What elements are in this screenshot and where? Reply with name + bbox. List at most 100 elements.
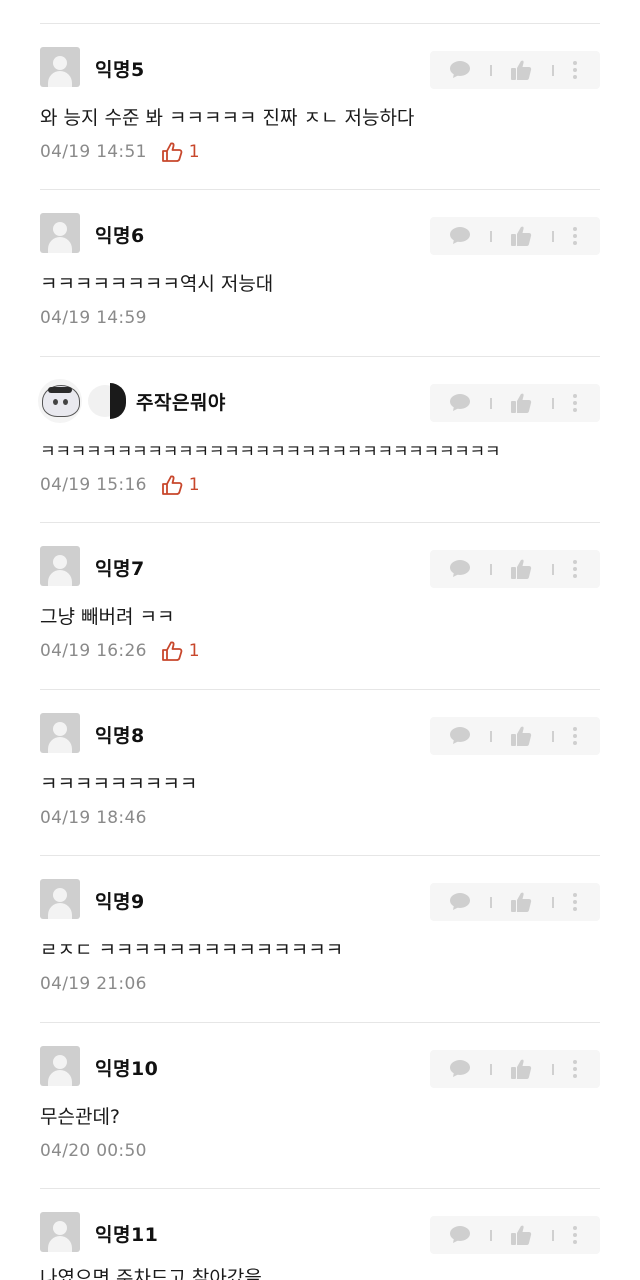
thumbs-up-icon[interactable] bbox=[510, 725, 532, 747]
comment-author[interactable]: 익명5 bbox=[95, 55, 145, 82]
like-count: 1 bbox=[188, 475, 200, 495]
comment-text: 무슨관데? bbox=[40, 1106, 121, 1128]
vertical-dots-icon[interactable] bbox=[572, 226, 578, 246]
comment-author[interactable]: 익명7 bbox=[95, 554, 145, 581]
vertical-dots-icon[interactable] bbox=[572, 1225, 578, 1245]
comment-meta: 04/20 00:50 bbox=[40, 1139, 147, 1163]
speech-bubble-icon[interactable] bbox=[450, 61, 470, 78]
comment-item: 주작은뭐야 ㅋㅋㅋㅋㅋㅋㅋㅋㅋㅋㅋㅋㅋㅋㅋㅋㅋㅋㅋㅋㅋㅋㅋㅋㅋㅋㅋㅋㅋㅋ 04/… bbox=[0, 357, 640, 523]
separator bbox=[490, 398, 492, 409]
thumbs-up-icon[interactable] bbox=[510, 891, 532, 913]
redacted-name-mark bbox=[88, 383, 136, 419]
like-count: 1 bbox=[188, 142, 200, 162]
comment-item: 익명5 와 능지 수준 봐 ㅋㅋㅋㅋㅋ 진짜 ㅈㄴ 저능하다 04/19 14:… bbox=[0, 24, 640, 190]
like-count: 1 bbox=[188, 641, 200, 661]
thumbs-up-outline-icon[interactable] bbox=[161, 141, 183, 163]
comment-actions bbox=[430, 717, 600, 755]
comment-text: 나였으면 주차드고 찾아갔을 bbox=[40, 1267, 262, 1280]
avatar[interactable] bbox=[38, 379, 82, 423]
avatar-placeholder[interactable] bbox=[40, 47, 80, 87]
comment-item: 익명9 ㄹㅈㄷ ㅋㅋㅋㅋㅋㅋㅋㅋㅋㅋㅋㅋㅋㅋ 04/19 21:06 bbox=[0, 856, 640, 1022]
comment-text: ㅋㅋㅋㅋㅋㅋㅋㅋ역시 저능대 bbox=[40, 273, 274, 295]
comment-meta: 04/19 14:59 bbox=[40, 306, 147, 330]
separator bbox=[490, 65, 492, 76]
separator bbox=[552, 731, 554, 742]
avatar-placeholder[interactable] bbox=[40, 546, 80, 586]
avatar-placeholder[interactable] bbox=[40, 1212, 80, 1252]
comment-meta: 04/19 21:06 bbox=[40, 972, 147, 996]
thumbs-up-icon[interactable] bbox=[510, 225, 532, 247]
avatar-placeholder[interactable] bbox=[40, 713, 80, 753]
comment-text: ㅋㅋㅋㅋㅋㅋㅋㅋㅋ bbox=[40, 773, 198, 795]
comment-item: 익명8 ㅋㅋㅋㅋㅋㅋㅋㅋㅋ 04/19 18:46 bbox=[0, 690, 640, 856]
avatar-placeholder[interactable] bbox=[40, 213, 80, 253]
vertical-dots-icon[interactable] bbox=[572, 1059, 578, 1079]
comment-actions bbox=[430, 1216, 600, 1254]
speech-bubble-icon[interactable] bbox=[450, 893, 470, 910]
comment-actions bbox=[430, 550, 600, 588]
comment-text: 와 능지 수준 봐 ㅋㅋㅋㅋㅋ 진짜 ㅈㄴ 저능하다 bbox=[40, 107, 415, 129]
comment-timestamp: 04/19 16:26 bbox=[40, 641, 147, 661]
separator bbox=[552, 65, 554, 76]
comment-author[interactable]: 주작은뭐야 bbox=[136, 388, 226, 415]
thumbs-up-icon[interactable] bbox=[510, 392, 532, 414]
comment-meta: 04/19 16:26 1 bbox=[40, 639, 200, 663]
comment-timestamp: 04/19 18:46 bbox=[40, 808, 147, 828]
separator bbox=[490, 231, 492, 242]
separator bbox=[552, 1230, 554, 1241]
comment-item: 익명6 ㅋㅋㅋㅋㅋㅋㅋㅋ역시 저능대 04/19 14:59 bbox=[0, 190, 640, 356]
comment-text: 그냥 빼버려 ㅋㅋ bbox=[40, 606, 175, 628]
comment-author[interactable]: 익명9 bbox=[95, 887, 145, 914]
comment-timestamp: 04/20 00:50 bbox=[40, 1141, 147, 1161]
comment-author[interactable]: 익명6 bbox=[95, 221, 145, 248]
vertical-dots-icon[interactable] bbox=[572, 726, 578, 746]
comment-actions bbox=[430, 217, 600, 255]
comment-timestamp: 04/19 21:06 bbox=[40, 974, 147, 994]
comment-meta: 04/19 15:16 1 bbox=[40, 473, 200, 497]
separator bbox=[552, 231, 554, 242]
comment-actions bbox=[430, 883, 600, 921]
vertical-dots-icon[interactable] bbox=[572, 60, 578, 80]
comment-actions bbox=[430, 384, 600, 422]
vertical-dots-icon[interactable] bbox=[572, 892, 578, 912]
comment-author[interactable]: 익명8 bbox=[95, 721, 145, 748]
avatar-placeholder[interactable] bbox=[40, 1046, 80, 1086]
comment-timestamp: 04/19 15:16 bbox=[40, 475, 147, 495]
separator bbox=[490, 564, 492, 575]
separator bbox=[490, 731, 492, 742]
speech-bubble-icon[interactable] bbox=[450, 1226, 470, 1243]
speech-bubble-icon[interactable] bbox=[450, 227, 470, 244]
avatar-placeholder[interactable] bbox=[40, 879, 80, 919]
separator bbox=[552, 1064, 554, 1075]
separator bbox=[552, 564, 554, 575]
thumbs-up-icon[interactable] bbox=[510, 1058, 532, 1080]
comment-feed: 익명5 와 능지 수준 봐 ㅋㅋㅋㅋㅋ 진짜 ㅈㄴ 저능하다 04/19 14:… bbox=[0, 0, 640, 1280]
thumbs-up-icon[interactable] bbox=[510, 1224, 532, 1246]
comment-text: ㄹㅈㄷ ㅋㅋㅋㅋㅋㅋㅋㅋㅋㅋㅋㅋㅋㅋ bbox=[40, 939, 344, 961]
comment-actions bbox=[430, 1050, 600, 1088]
comment-timestamp: 04/19 14:59 bbox=[40, 308, 147, 328]
thumbs-up-icon[interactable] bbox=[510, 558, 532, 580]
comment-actions bbox=[430, 51, 600, 89]
thumbs-up-outline-icon[interactable] bbox=[161, 474, 183, 496]
speech-bubble-icon[interactable] bbox=[450, 1060, 470, 1077]
speech-bubble-icon[interactable] bbox=[450, 727, 470, 744]
separator bbox=[490, 1064, 492, 1075]
comment-item: 익명10 무슨관데? 04/20 00:50 bbox=[0, 1023, 640, 1189]
comment-text: ㅋㅋㅋㅋㅋㅋㅋㅋㅋㅋㅋㅋㅋㅋㅋㅋㅋㅋㅋㅋㅋㅋㅋㅋㅋㅋㅋㅋㅋㅋ bbox=[40, 442, 501, 462]
comment-author[interactable]: 익명11 bbox=[95, 1220, 158, 1247]
comment-item: 익명7 그냥 빼버려 ㅋㅋ 04/19 16:26 1 bbox=[0, 523, 640, 689]
separator bbox=[490, 897, 492, 908]
thumbs-up-outline-icon[interactable] bbox=[161, 640, 183, 662]
speech-bubble-icon[interactable] bbox=[450, 560, 470, 577]
vertical-dots-icon[interactable] bbox=[572, 393, 578, 413]
comment-item: 익명11 나였으면 주차드고 찾아갔을 bbox=[0, 1189, 640, 1280]
comment-author[interactable]: 익명10 bbox=[95, 1054, 158, 1081]
speech-bubble-icon[interactable] bbox=[450, 394, 470, 411]
comment-timestamp: 04/19 14:51 bbox=[40, 142, 147, 162]
separator bbox=[552, 897, 554, 908]
comment-meta: 04/19 14:51 1 bbox=[40, 140, 200, 164]
thumbs-up-icon[interactable] bbox=[510, 59, 532, 81]
vertical-dots-icon[interactable] bbox=[572, 559, 578, 579]
comment-meta: 04/19 18:46 bbox=[40, 806, 147, 830]
